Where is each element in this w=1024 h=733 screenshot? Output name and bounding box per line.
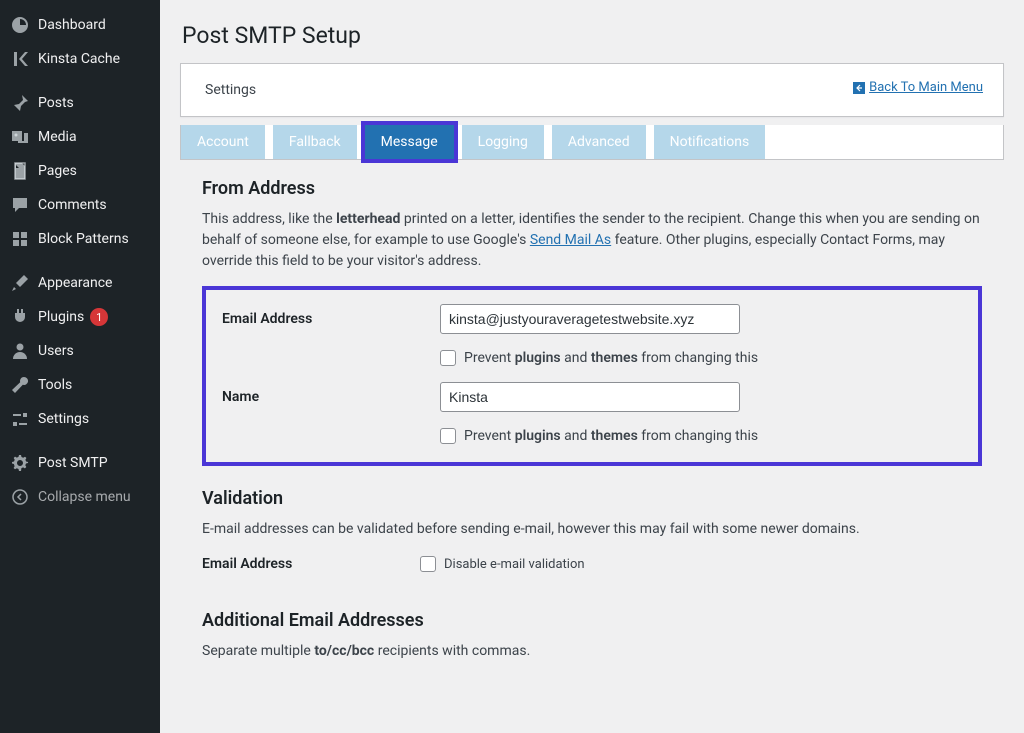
- back-to-main-link[interactable]: Back To Main Menu: [853, 80, 983, 95]
- send-mail-as-link[interactable]: Send Mail As: [530, 232, 611, 248]
- name-label: Name: [222, 389, 440, 405]
- validation-email-label: Email Address: [202, 556, 420, 572]
- additional-addresses-section: Additional Email Addresses Separate mult…: [180, 592, 1004, 666]
- from-address-heading: From Address: [202, 178, 982, 199]
- sidebar-item-label: Kinsta Cache: [38, 51, 120, 67]
- tab-advanced[interactable]: Advanced: [552, 125, 646, 159]
- validation-heading: Validation: [202, 488, 982, 509]
- pin-icon: [10, 93, 30, 113]
- prevent-name-label: Prevent plugins and themes from changing…: [464, 428, 758, 444]
- page-title: Post SMTP Setup: [182, 22, 1002, 49]
- dashboard-icon: [10, 15, 30, 35]
- gear-icon: [10, 453, 30, 473]
- settings-panel: Settings Back To Main Menu: [180, 63, 1004, 117]
- tab-account[interactable]: Account: [181, 125, 265, 159]
- prevent-name-override-checkbox[interactable]: [440, 428, 456, 444]
- sidebar-item-label: Post SMTP: [38, 455, 108, 471]
- sidebar-item-tools[interactable]: Tools: [0, 368, 160, 402]
- collapse-icon: [10, 487, 30, 507]
- tab-fallback[interactable]: Fallback: [273, 125, 357, 159]
- validation-description: E-mail addresses can be validated before…: [202, 519, 982, 540]
- page-icon: [10, 161, 30, 181]
- sidebar-item-label: Tools: [38, 377, 72, 393]
- sidebar-item-label: Dashboard: [38, 17, 106, 33]
- from-address-section: From Address This address, like the lett…: [180, 160, 1004, 470]
- disable-validation-checkbox[interactable]: [420, 556, 436, 572]
- blocks-icon: [10, 229, 30, 249]
- settings-heading: Settings: [205, 82, 256, 98]
- validation-section: Validation E-mail addresses can be valid…: [180, 470, 1004, 592]
- from-address-form: Email Address Prevent plugins and themes…: [202, 286, 982, 466]
- sidebar-item-post-smtp[interactable]: Post SMTP: [0, 446, 160, 480]
- sidebar-item-label: Comments: [38, 197, 107, 213]
- back-arrow-icon: [853, 82, 865, 94]
- sidebar-item-dashboard[interactable]: Dashboard: [0, 8, 160, 42]
- sidebar-item-label: Appearance: [38, 275, 112, 291]
- kinsta-icon: [10, 49, 30, 69]
- prevent-email-override-checkbox[interactable]: [440, 350, 456, 366]
- collapse-menu[interactable]: Collapse menu: [0, 480, 160, 514]
- sidebar-item-block-patterns[interactable]: Block Patterns: [0, 222, 160, 256]
- sidebar-item-plugins[interactable]: Plugins 1: [0, 300, 160, 334]
- tab-notifications[interactable]: Notifications: [654, 125, 766, 159]
- sidebar-item-label: Settings: [38, 411, 89, 427]
- prevent-email-label: Prevent plugins and themes from changing…: [464, 350, 758, 366]
- sidebar-item-appearance[interactable]: Appearance: [0, 266, 160, 300]
- sidebar-item-label: Block Patterns: [38, 231, 129, 247]
- additional-description: Separate multiple to/cc/bcc recipients w…: [202, 641, 982, 662]
- additional-heading: Additional Email Addresses: [202, 610, 982, 631]
- collapse-label: Collapse menu: [38, 489, 131, 505]
- tab-message[interactable]: Message: [365, 125, 454, 159]
- update-badge: 1: [90, 308, 108, 326]
- disable-validation-label: Disable e-mail validation: [444, 557, 585, 572]
- name-input[interactable]: [440, 382, 740, 412]
- comment-icon: [10, 195, 30, 215]
- main-content: Post SMTP Setup Settings Back To Main Me…: [160, 0, 1024, 733]
- sidebar-item-label: Posts: [38, 95, 74, 111]
- sidebar-item-media[interactable]: Media: [0, 120, 160, 154]
- settings-tabs: Account Fallback Message Logging Advance…: [180, 125, 1004, 160]
- from-address-description: This address, like the letterhead printe…: [202, 209, 982, 272]
- plug-icon: [10, 307, 30, 327]
- sidebar-item-label: Users: [38, 343, 74, 359]
- wrench-icon: [10, 375, 30, 395]
- email-address-input[interactable]: [440, 304, 740, 334]
- email-address-label: Email Address: [222, 311, 440, 327]
- brush-icon: [10, 273, 30, 293]
- sidebar-item-settings[interactable]: Settings: [0, 402, 160, 436]
- sidebar-item-kinsta-cache[interactable]: Kinsta Cache: [0, 42, 160, 76]
- sidebar-item-label: Pages: [38, 163, 77, 179]
- sidebar-item-pages[interactable]: Pages: [0, 154, 160, 188]
- sliders-icon: [10, 409, 30, 429]
- sidebar-item-posts[interactable]: Posts: [0, 86, 160, 120]
- sidebar-item-users[interactable]: Users: [0, 334, 160, 368]
- user-icon: [10, 341, 30, 361]
- sidebar-item-label: Media: [38, 129, 77, 145]
- sidebar-item-label: Plugins: [38, 309, 84, 325]
- admin-sidebar: Dashboard Kinsta Cache Posts Media Pages…: [0, 0, 160, 733]
- back-link-text: Back To Main Menu: [869, 80, 983, 95]
- media-icon: [10, 127, 30, 147]
- sidebar-item-comments[interactable]: Comments: [0, 188, 160, 222]
- tab-logging[interactable]: Logging: [462, 125, 544, 159]
